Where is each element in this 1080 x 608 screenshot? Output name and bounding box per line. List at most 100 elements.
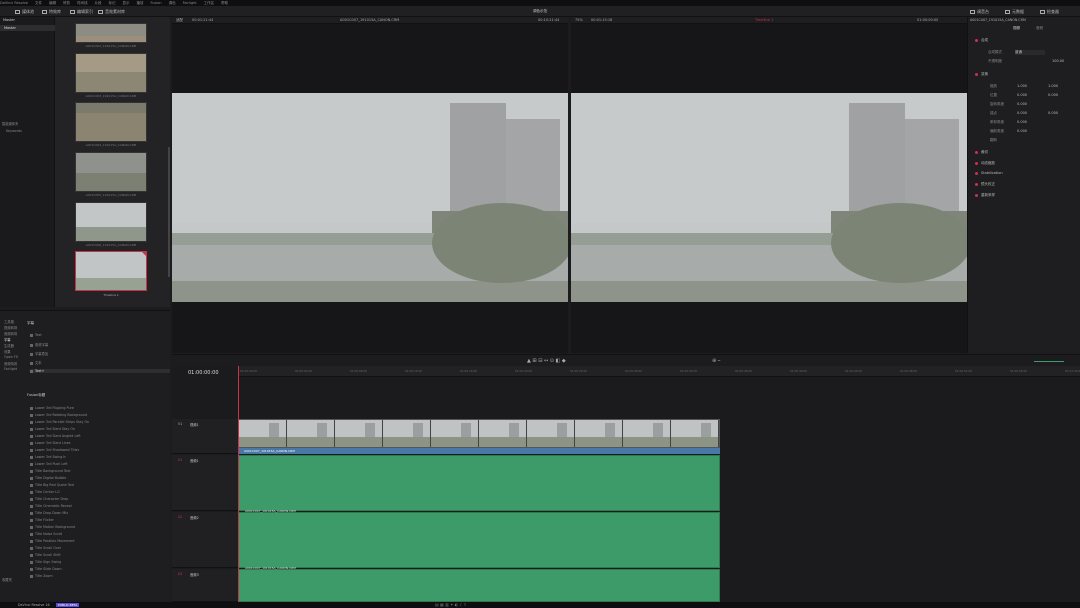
fusion-title-item[interactable]: Title Slide Down — [30, 567, 62, 571]
timeline-ruler[interactable]: 01:00:00:00 01:00:04:00 01:00:08:00 01:00:1… — [238, 366, 1080, 377]
fusion-title-item[interactable]: Lower 3rd Rotating Background — [30, 413, 87, 417]
ruler-tick-label: 01:00:24:00 — [570, 369, 588, 373]
fusion-title-item[interactable]: Title Motion Background — [30, 525, 75, 529]
favorites-label[interactable]: 收藏夹 — [2, 577, 12, 582]
tab-video[interactable]: 视频 — [1013, 26, 1020, 31]
inspector-button[interactable]: 检查器 — [1040, 6, 1059, 17]
transform-y-value[interactable]: 0.000 — [1048, 111, 1058, 115]
timeline-thumbnail[interactable] — [75, 251, 147, 291]
fusion-title-item[interactable]: Title Digital Bubble — [30, 476, 66, 480]
fx-tree-item[interactable]: 字幕 — [4, 337, 11, 342]
fx-item[interactable]: 字幕叠加 — [30, 351, 48, 356]
section-cropping[interactable]: 裁切 — [975, 150, 988, 155]
metadata-button[interactable]: 元数据 — [1005, 6, 1024, 17]
timeline-name[interactable]: Timeline 1 — [755, 17, 773, 24]
selection-tool-icon[interactable]: ▲ ⊞ ⊟ ↔ ⊙ ◧ ◆ — [527, 358, 566, 364]
bin-master[interactable]: Master — [0, 25, 55, 31]
fusion-title-item[interactable]: Title Parallax Movement — [30, 539, 75, 543]
fusion-title-item[interactable]: Title Noise Scroll — [30, 532, 62, 536]
fusion-title-item[interactable]: Title Scroll Shift — [30, 553, 61, 557]
fx-tree-item[interactable]: 生成器 — [4, 343, 14, 348]
fusion-title-item[interactable]: Title Background Text — [30, 469, 71, 473]
zoom-select[interactable]: 适配 — [176, 17, 183, 24]
sound-library-button[interactable]: 音效素材库 — [98, 6, 125, 17]
transform-x-value[interactable]: 0.000 — [1017, 129, 1027, 133]
fx-tree-item[interactable]: 效果 — [4, 349, 11, 354]
clip-thumbnail[interactable] — [75, 152, 147, 192]
transform-x-value[interactable]: 0.000 — [1017, 102, 1027, 106]
snap-tool-icon[interactable]: ⊕ ⎯ — [712, 358, 720, 364]
section-dynamic-zoom[interactable]: 动态缩放 — [975, 161, 995, 166]
video-clip[interactable] — [238, 419, 720, 448]
section-composite[interactable]: 合成 — [975, 38, 988, 43]
fx-tree-item[interactable]: 音频特效 — [4, 361, 17, 366]
transform-x-value[interactable]: 0.000 — [1017, 120, 1027, 124]
transform-y-value[interactable]: 0.000 — [1048, 93, 1058, 97]
fusion-title-item[interactable]: Lower 3rd Slant Stay On — [30, 427, 75, 431]
fx-item[interactable]: 文本 — [30, 360, 42, 365]
transform-label: 俯仰角度 — [990, 120, 1004, 124]
fusion-title-item[interactable]: Lower 3rd Flipping Pure — [30, 406, 74, 410]
fx-tree-item[interactable]: Open FX — [4, 355, 18, 359]
audio-clip[interactable] — [238, 455, 720, 511]
opacity-label: 不透明度 — [988, 59, 1002, 63]
audio-clip[interactable]: A001C007_191015A_CANON.CRM — [238, 509, 720, 568]
clip-thumbnail[interactable] — [75, 102, 147, 142]
clip-name: A001C007_191015A_CANON.CRM — [340, 18, 400, 22]
fusion-title-item[interactable]: Title Character Drop — [30, 497, 68, 501]
clip-thumbnail[interactable] — [75, 202, 147, 242]
fx-item[interactable]: Text+ — [30, 369, 170, 373]
fx-item[interactable]: 卷滚字幕 — [30, 342, 48, 347]
fusion-title-item[interactable]: Title Scroll Over — [30, 546, 61, 550]
fusion-icon — [30, 441, 33, 445]
fusion-title-item[interactable]: Title Flicker — [30, 518, 54, 522]
edit-index-button[interactable]: 编辑索引 — [70, 6, 93, 17]
transform-x-value[interactable]: 0.000 — [1017, 93, 1027, 97]
fusion-title-item[interactable]: Title Big Red Quote Text — [30, 483, 74, 487]
fusion-title-item[interactable]: Lower 3rd Slant Angled Left — [30, 434, 81, 438]
fusion-title-item[interactable]: Lower 3rd Slant Lines — [30, 441, 71, 445]
fusion-title-item[interactable]: Lower 3rd Push Left — [30, 462, 68, 466]
section-transform[interactable]: 变换 — [975, 72, 988, 77]
zoom-slider[interactable] — [1034, 361, 1064, 362]
pool-scrollbar[interactable] — [168, 147, 170, 277]
section-retime[interactable]: 重新采样 — [975, 193, 995, 198]
page-switcher-icons[interactable]: ▤ ▦ ▥ ✦ ◐ ♪ ⇪ — [435, 602, 467, 607]
effects-library-button[interactable]: 特效库 — [42, 6, 61, 17]
smart-bin-keywords[interactable]: Keywords — [6, 129, 22, 133]
fx-tree-item[interactable]: 音频转场 — [4, 331, 17, 336]
composite-mode-select[interactable]: 普通 — [1015, 50, 1045, 55]
timeline-video-frame[interactable] — [571, 93, 967, 302]
tab-audio[interactable]: 音频 — [1036, 26, 1043, 31]
app-title: 调色示范 — [533, 9, 547, 13]
fusion-title-item[interactable]: Title Sign Swing — [30, 560, 61, 564]
opacity-value[interactable]: 100.00 — [1052, 59, 1064, 63]
section-lens-correction[interactable]: 镜头校正 — [975, 182, 995, 187]
fusion-title-item[interactable]: Lower 3rd Swing In — [30, 455, 66, 459]
fx-tree-item[interactable]: Fairlight — [4, 367, 17, 371]
fx-item[interactable]: Text — [30, 333, 42, 337]
zoom-select[interactable]: 75% — [575, 17, 583, 24]
audio-clip[interactable]: A001C007_191015A_CANON.CRM — [238, 566, 720, 602]
fusion-title-item[interactable]: Title Center LG — [30, 490, 60, 494]
clip-thumbnail[interactable] — [75, 53, 147, 93]
fusion-title-item[interactable]: Title Zoom — [30, 574, 53, 578]
fx-tree-item[interactable]: 工具箱 — [4, 319, 14, 324]
transform-label: 缩放 — [990, 84, 997, 88]
section-stabilization[interactable]: Stabilization — [975, 171, 1003, 175]
transform-x-value[interactable]: 1.000 — [1017, 84, 1027, 88]
fusion-title-item[interactable]: Lower 3rd Parallel Strips Stay On — [30, 420, 89, 424]
fusion-title-item[interactable]: Lower 3rd Shadowed Titles — [30, 448, 79, 452]
fusion-icon — [30, 567, 33, 571]
track-name: 视频1 — [190, 423, 199, 427]
transform-y-value[interactable]: 1.000 — [1048, 84, 1058, 88]
fx-tree-item[interactable]: 视频转场 — [4, 325, 17, 330]
fusion-title-item[interactable]: Title Cinematic Reveal — [30, 504, 72, 508]
transform-x-value[interactable]: 0.000 — [1017, 111, 1027, 115]
clip-thumbnail[interactable] — [75, 23, 147, 43]
fusion-title-item[interactable]: Title Drop Down Mix — [30, 511, 68, 515]
mixer-button[interactable]: 调音台 — [970, 6, 989, 17]
playhead[interactable] — [238, 366, 239, 602]
media-pool-button[interactable]: 媒体池 — [15, 6, 34, 17]
source-video-frame[interactable] — [172, 93, 568, 302]
